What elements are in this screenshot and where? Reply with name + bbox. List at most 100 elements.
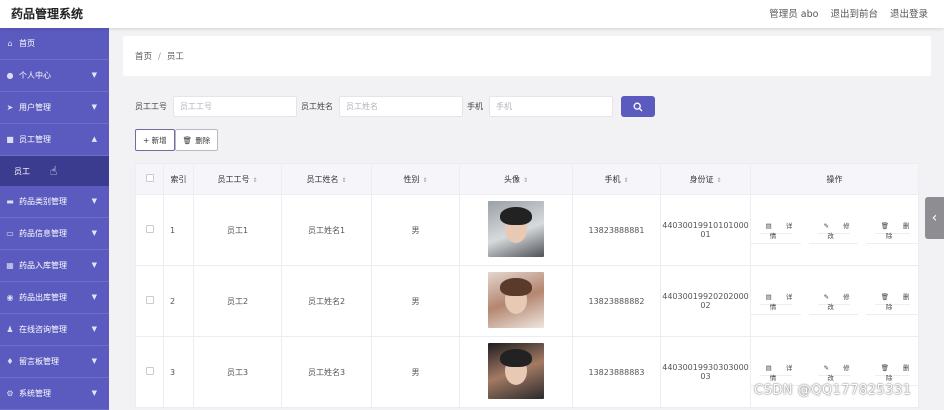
- col-emp-no: 员工工号: [217, 174, 250, 184]
- sidebar-item-label: 药品类别管理: [19, 197, 67, 206]
- home-icon: ⌂: [7, 38, 13, 48]
- main-content: 首页 / 员工 员工工号 员工工号 员工姓名 员工姓名 手机 手机 + 新增 🗑 删除…: [123, 36, 931, 408]
- sidebar: ⌂ 首页 ● 个人中心 ▼ ➤ 用户管理 ▼ ■ 员工管理 ▲ 员工 ☝ ▬ 药…: [0, 28, 109, 410]
- sidebar-item-label: 员工管理: [19, 135, 51, 144]
- breadcrumb-current: 员工: [166, 52, 184, 62]
- detail-button[interactable]: ▤ 详情: [751, 359, 801, 386]
- sidebar-item-home[interactable]: ⌂ 首页: [0, 28, 109, 60]
- search-button[interactable]: [621, 96, 655, 117]
- top-bar: 药品管理系统 管理员 abo 退出到前台 退出登录: [0, 0, 944, 28]
- col-avatar-header[interactable]: 头像 ⇕: [459, 163, 573, 195]
- emp-name-input[interactable]: 员工姓名: [339, 96, 463, 117]
- sidebar-item-system[interactable]: ⚙ 系统管理 ▼: [0, 378, 109, 410]
- id-line-1: 44030019920202000: [662, 292, 749, 301]
- sidebar-item-label: 系统管理: [19, 389, 51, 398]
- row-phone: 13823888882: [572, 265, 661, 337]
- sort-icon: ⇕: [341, 176, 347, 184]
- chevron-down-icon: ▼: [91, 261, 97, 269]
- search-icon: [633, 102, 643, 111]
- edit-button[interactable]: ✎ 修改: [808, 288, 859, 315]
- sort-icon: ⇕: [252, 176, 258, 184]
- breadcrumb-home[interactable]: 首页: [135, 52, 152, 62]
- sidebar-item-label: 药品出库管理: [19, 293, 67, 302]
- id-line-2: 01: [700, 230, 711, 239]
- col-phone: 手机: [604, 174, 621, 184]
- row-emp-name: 员工姓名1: [281, 194, 372, 266]
- sidebar-item-drug-info[interactable]: ▭ 药品信息管理 ▼: [0, 218, 109, 250]
- top-links: 管理员 abo 退出到前台 退出登录: [769, 6, 928, 20]
- row-emp-no: 员工1: [193, 194, 282, 266]
- emp-no-input[interactable]: 员工工号: [173, 96, 297, 117]
- batch-delete-button[interactable]: 🗑 删除: [174, 129, 219, 151]
- col-index: 索引: [170, 174, 187, 184]
- col-avatar: 头像: [503, 174, 520, 184]
- row-id-card: 44030019920202000 02: [660, 265, 751, 337]
- sidebar-subitem-label: 员工: [14, 166, 30, 176]
- chevron-down-icon: ▼: [91, 293, 97, 301]
- row-checkbox[interactable]: [145, 296, 154, 304]
- detail-button[interactable]: ▤ 详情: [751, 288, 801, 315]
- row-index: 3: [163, 336, 194, 408]
- row-emp-name: 员工姓名3: [281, 336, 372, 408]
- col-id-card-header[interactable]: 身份证 ⇕: [660, 163, 751, 195]
- edit-button[interactable]: ✎ 修改: [808, 359, 859, 386]
- watermark: CSDN @QQ177825331: [754, 383, 912, 398]
- col-emp-no-header[interactable]: 员工工号 ⇕: [193, 163, 282, 195]
- side-panel-toggle[interactable]: ‹: [925, 197, 944, 239]
- sidebar-item-consult[interactable]: ♟ 在线咨询管理 ▼: [0, 314, 109, 346]
- sidebar-item-drug-stock-in[interactable]: ▦ 药品入库管理 ▼: [0, 250, 109, 282]
- sidebar-item-drug-stock-out[interactable]: ◉ 药品出库管理 ▼: [0, 282, 109, 314]
- col-emp-name: 员工姓名: [306, 174, 339, 184]
- detail-button[interactable]: ▤ 详情: [751, 217, 801, 244]
- breadcrumb-separator: /: [158, 52, 161, 62]
- phone-input[interactable]: 手机: [489, 96, 613, 117]
- sidebar-item-users[interactable]: ➤ 用户管理 ▼: [0, 92, 109, 124]
- row-checkbox[interactable]: [145, 225, 154, 233]
- chevron-down-icon: ▼: [91, 103, 97, 111]
- sidebar-item-message-board[interactable]: ♦ 留言板管理 ▼: [0, 346, 109, 378]
- select-all-checkbox[interactable]: [145, 174, 154, 182]
- phone-label: 手机: [467, 102, 483, 111]
- breadcrumb: 首页 / 员工: [123, 36, 931, 76]
- avatar[interactable]: [488, 201, 544, 257]
- avatar[interactable]: [488, 272, 544, 328]
- sort-icon: ⇕: [716, 176, 722, 184]
- logout-link[interactable]: 退出登录: [890, 6, 928, 20]
- col-emp-name-header[interactable]: 员工姓名 ⇕: [281, 163, 372, 195]
- trash-icon: 🗑: [182, 135, 193, 145]
- delete-button[interactable]: 🗑 删除: [866, 217, 918, 244]
- row-checkbox[interactable]: [145, 367, 154, 375]
- sidebar-item-drug-category[interactable]: ▬ 药品类别管理 ▼: [0, 186, 109, 218]
- chevron-down-icon: ▼: [91, 389, 97, 397]
- row-gender: 男: [371, 336, 460, 408]
- sidebar-item-label: 留言板管理: [19, 357, 59, 366]
- sidebar-subitem-staff[interactable]: 员工 ☝: [0, 156, 109, 186]
- avatar[interactable]: [488, 343, 544, 399]
- col-gender-header[interactable]: 性别 ⇕: [371, 163, 460, 195]
- id-line-1: 44030019910101000: [662, 221, 749, 230]
- delete-button[interactable]: 🗑 删除: [866, 359, 918, 386]
- col-id-card: 身份证: [689, 174, 714, 184]
- add-button[interactable]: + 新增: [135, 129, 175, 151]
- id-line-2: 03: [700, 372, 711, 381]
- col-phone-header[interactable]: 手机 ⇕: [572, 163, 661, 195]
- chevron-up-icon: ▲: [91, 135, 97, 143]
- gear-icon: ⚙: [6, 388, 14, 398]
- sidebar-item-staff-management[interactable]: ■ 员工管理 ▲: [0, 124, 109, 156]
- row-emp-no: 员工3: [193, 336, 282, 408]
- back-to-front-link[interactable]: 退出到前台: [830, 6, 878, 20]
- row-phone: 13823888883: [572, 336, 661, 408]
- chevron-down-icon: ▼: [91, 71, 97, 79]
- table-row: 2 员工2 员工姓名2 男 13823888882 44030019920202…: [135, 265, 919, 337]
- action-bar: + 新增 🗑 删除: [135, 129, 219, 151]
- sidebar-item-profile[interactable]: ● 个人中心 ▼: [0, 60, 109, 92]
- search-form: 员工工号 员工工号 员工姓名 员工姓名 手机 手机: [135, 96, 655, 117]
- delete-button[interactable]: 🗑 删除: [866, 288, 918, 315]
- row-id-card: 44030019910101000 01: [660, 194, 751, 266]
- app-title: 药品管理系统: [11, 7, 84, 21]
- row-emp-no: 员工2: [193, 265, 282, 337]
- edit-button[interactable]: ✎ 修改: [808, 217, 859, 244]
- add-button-label: + 新增: [143, 135, 167, 145]
- id-line-1: 44030019930303000: [662, 363, 749, 372]
- send-icon: ➤: [6, 102, 14, 112]
